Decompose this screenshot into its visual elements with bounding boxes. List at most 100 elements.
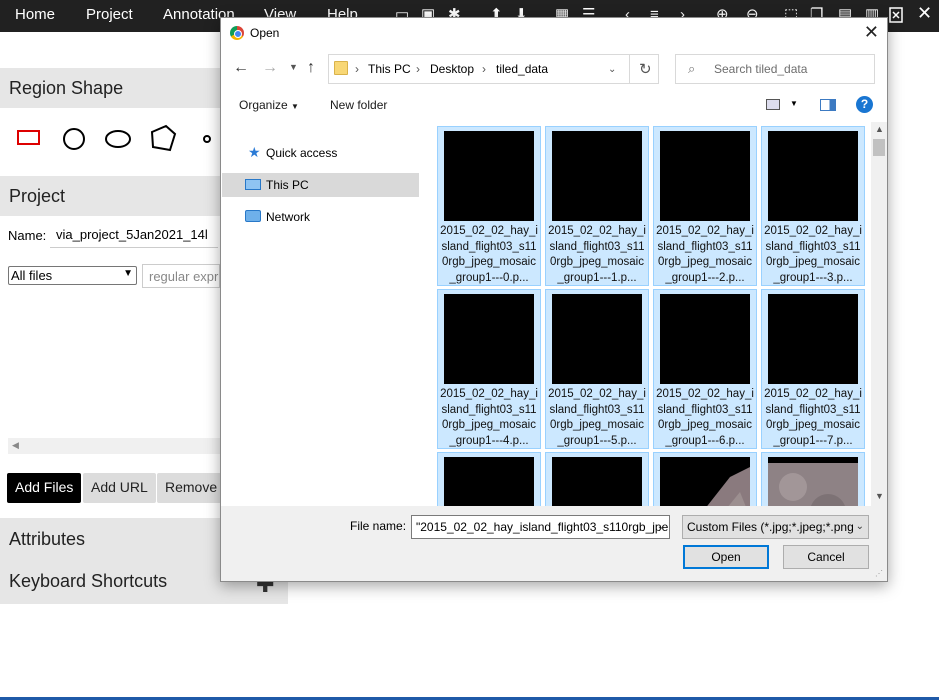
forward-arrow-icon[interactable]: → [262, 59, 278, 77]
keyboard-shortcuts-title: Keyboard Shortcuts [9, 571, 168, 591]
scroll-up-icon[interactable]: ▲ [875, 124, 884, 134]
file-tile[interactable] [437, 452, 541, 506]
file-thumbnail [660, 131, 750, 221]
open-button[interactable]: Open [683, 545, 769, 569]
nav-quick-access[interactable]: ★ Quick access [222, 141, 419, 165]
file-name-value: "2015_02_02_hay_island_flight03_s110rgb_… [416, 520, 669, 534]
scrollbar-thumb[interactable] [873, 139, 885, 156]
file-name-label: 2015_02_02_hay_island_flight03_s110rgb_j… [440, 225, 538, 284]
cancel-button[interactable]: Cancel [783, 545, 869, 569]
file-name-label: 2015_02_02_hay_island_flight03_s110rgb_j… [656, 388, 754, 447]
file-name-input[interactable]: "2015_02_02_hay_island_flight03_s110rgb_… [411, 515, 670, 539]
file-name-label: 2015_02_02_hay_island_flight03_s110rgb_j… [440, 388, 538, 447]
breadcrumb-separator-icon: › [355, 62, 359, 76]
file-thumbnail [768, 294, 858, 384]
ellipse-shape-icon[interactable] [104, 129, 132, 149]
search-box[interactable]: ⌕ Search tiled_data [675, 54, 875, 84]
file-name-label: 2015_02_02_hay_island_flight03_s110rgb_j… [656, 225, 754, 284]
file-tile[interactable]: 2015_02_02_hay_island_flight03_s110rgb_j… [437, 289, 541, 449]
point-shape-icon[interactable] [202, 134, 212, 144]
aerial-image-thumbnail [768, 457, 858, 506]
remove-button[interactable]: Remove [157, 473, 226, 503]
dialog-title: Open [250, 26, 280, 40]
file-tile[interactable] [761, 452, 865, 506]
preview-pane-icon[interactable] [820, 99, 836, 111]
breadcrumb-separator-icon: › [416, 62, 420, 76]
file-name-label: 2015_02_02_hay_island_flight03_s110rgb_j… [548, 225, 646, 284]
region-shape-title: Region Shape [9, 78, 124, 98]
close-icon[interactable]: ✕ [917, 4, 932, 22]
breadcrumb-this-pc[interactable]: This PC [368, 62, 411, 76]
chevron-down-icon: ▼ [291, 102, 299, 111]
file-list-scrollbar[interactable]: ◀ [8, 438, 220, 454]
scroll-down-icon[interactable]: ▼ [875, 491, 884, 501]
project-name-input[interactable]: via_project_5Jan2021_14l [50, 222, 218, 248]
file-tile[interactable] [545, 452, 649, 506]
file-filter-value: All files [11, 268, 53, 283]
menu-home[interactable]: Home [15, 6, 55, 23]
breadcrumb-tiled-data[interactable]: tiled_data [496, 62, 548, 76]
file-tile[interactable]: 2015_02_02_hay_island_flight03_s110rgb_j… [761, 126, 865, 286]
add-url-button[interactable]: Add URL [83, 473, 156, 503]
file-thumbnail [660, 457, 750, 506]
file-tile[interactable]: 2015_02_02_hay_island_flight03_s110rgb_j… [653, 126, 757, 286]
organize-label: Organize [239, 98, 288, 112]
dialog-title-bar[interactable]: Open ✕ [221, 18, 887, 48]
address-divider [629, 55, 630, 83]
delete-icon[interactable] [889, 7, 903, 27]
file-type-value: Custom Files (*.jpg;*.jpeg;*.png [687, 520, 854, 534]
chevron-down-icon: ▼ [123, 268, 133, 279]
network-icon [245, 210, 261, 222]
file-tile[interactable]: 2015_02_02_hay_island_flight03_s110rgb_j… [437, 126, 541, 286]
breadcrumb-desktop[interactable]: Desktop [430, 62, 474, 76]
file-name-label: File name: [350, 519, 407, 533]
chevron-down-icon[interactable]: ▼ [790, 99, 798, 108]
nav-network[interactable]: Network [222, 205, 419, 229]
regex-filter-input[interactable]: regular expr [142, 264, 220, 288]
file-tile[interactable]: 2015_02_02_hay_island_flight03_s110rgb_j… [545, 289, 649, 449]
file-tile[interactable] [653, 452, 757, 506]
project-name-label: Name: [8, 228, 47, 243]
file-thumbnail [768, 131, 858, 221]
view-options-icon[interactable] [766, 99, 780, 110]
new-folder-button[interactable]: New folder [330, 98, 387, 112]
chevron-down-icon[interactable]: ⌄ [657, 521, 665, 532]
dialog-close-icon[interactable]: ✕ [864, 22, 879, 43]
address-dropdown-icon[interactable]: ⌄ [608, 64, 616, 75]
up-arrow-icon[interactable]: ↑ [307, 59, 315, 77]
organize-button[interactable]: Organize ▼ [239, 98, 299, 112]
address-bar[interactable]: › This PC › Desktop › tiled_data ⌄ ↻ [328, 54, 659, 84]
file-filter-select[interactable]: All files ▼ [8, 266, 137, 285]
file-tile[interactable]: 2015_02_02_hay_island_flight03_s110rgb_j… [761, 289, 865, 449]
file-type-select[interactable]: Custom Files (*.jpg;*.jpeg;*.png ⌄ [682, 515, 869, 539]
recent-locations-icon[interactable]: ▼ [289, 62, 298, 72]
nav-this-pc[interactable]: This PC [222, 173, 419, 197]
refresh-icon[interactable]: ↻ [639, 60, 652, 78]
navigation-pane: ★ Quick access This PC Network [221, 122, 435, 505]
attributes-title: Attributes [9, 529, 86, 549]
polygon-shape-icon[interactable] [148, 124, 178, 154]
file-list-scrollbar[interactable]: ▲ ▼ [871, 122, 887, 506]
circle-shape-icon[interactable] [62, 127, 86, 151]
command-bar: Organize ▼ New folder ▼ ? [221, 90, 887, 122]
add-files-button[interactable]: Add Files [7, 473, 82, 503]
back-arrow-icon[interactable]: ← [233, 59, 249, 77]
nav-network-label: Network [266, 210, 311, 224]
star-icon: ★ [248, 144, 261, 160]
dialog-footer: File name: "2015_02_02_hay_island_flight… [221, 506, 887, 581]
scroll-left-icon[interactable]: ◀ [12, 440, 19, 451]
file-thumbnail [444, 457, 534, 506]
file-tile[interactable]: 2015_02_02_hay_island_flight03_s110rgb_j… [545, 126, 649, 286]
menu-project[interactable]: Project [86, 6, 133, 23]
help-icon[interactable]: ? [856, 96, 873, 113]
file-thumbnail [768, 457, 858, 506]
chevron-down-icon: ⌄ [855, 521, 864, 532]
file-tile[interactable]: 2015_02_02_hay_island_flight03_s110rgb_j… [653, 289, 757, 449]
resize-grip-icon[interactable]: ⋰ [875, 569, 883, 578]
file-list: 2015_02_02_hay_island_flight03_s110rgb_j… [437, 126, 870, 506]
project-title: Project [9, 186, 66, 206]
file-thumbnail [552, 457, 642, 506]
open-file-dialog: Open ✕ ← → ▼ ↑ › This PC › Desktop › til… [220, 17, 888, 582]
rectangle-shape-icon[interactable] [17, 130, 41, 146]
aerial-image-thumbnail [707, 467, 750, 506]
